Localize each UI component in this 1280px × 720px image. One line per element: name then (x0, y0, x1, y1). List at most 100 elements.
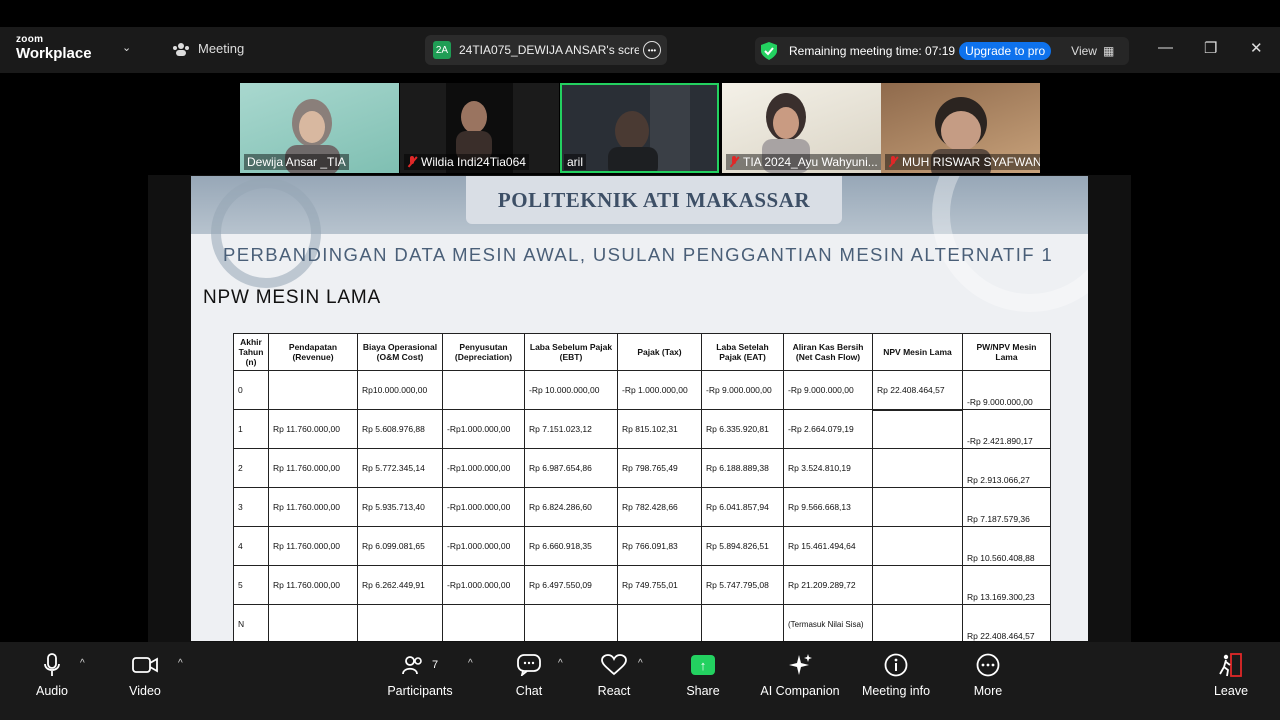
table-cell: Rp 5.747.795,08 (701, 565, 784, 605)
share-button[interactable]: ↑ Share (685, 652, 721, 698)
table-cell: 0 (233, 370, 269, 410)
table-cell: Rp 9.566.668,13 (783, 487, 873, 527)
column-header: NPV Mesin Lama (872, 333, 963, 371)
video-button[interactable]: Video (126, 652, 164, 698)
meeting-menu-button[interactable]: Meeting (172, 41, 244, 56)
column-header: Pajak (Tax) (617, 333, 702, 371)
table-cell: 2 (233, 448, 269, 488)
view-button[interactable]: View ▦ (1071, 44, 1114, 58)
column-header: Laba Sebelum Pajak (EBT) (524, 333, 618, 371)
share-label: Share (686, 684, 720, 698)
react-options-caret-icon[interactable]: ^ (638, 658, 643, 669)
table-cell: Rp 11.760.000,00 (268, 526, 358, 566)
chat-label: Chat (515, 684, 543, 698)
table-cell: Rp 21.209.289,72 (783, 565, 873, 605)
table-cell (268, 370, 358, 410)
sparkle-icon (789, 654, 812, 675)
audio-label: Audio (36, 684, 68, 698)
logo-big: Workplace (16, 45, 92, 62)
table-cell: 1 (233, 409, 269, 449)
zoom-workplace-logo[interactable]: zoom Workplace (16, 35, 92, 62)
audio-button[interactable]: Audio (34, 652, 70, 698)
table-cell (872, 409, 963, 449)
column-header: Akhir Tahun (n) (233, 333, 269, 371)
table-cell (617, 604, 702, 641)
ai-companion-label: AI Companion (760, 684, 840, 698)
share-title: 24TIA075_DEWIJA ANSAR's scree (459, 43, 639, 57)
video-options-caret-icon[interactable]: ^ (178, 658, 183, 669)
leave-button[interactable]: Leave (1212, 652, 1250, 698)
video-camera-icon (132, 657, 158, 673)
table-cell: Rp 6.041.857,94 (701, 487, 784, 527)
close-icon[interactable]: ✕ (1250, 39, 1263, 57)
table-cell: Rp 6.262.449,91 (357, 565, 443, 605)
table-cell: Rp 798.765,49 (617, 448, 702, 488)
audio-options-caret-icon[interactable]: ^ (80, 658, 85, 669)
grid-icon: ▦ (1102, 44, 1115, 58)
table-row: N (Termasuk Nilai Sisa) Rp 22.408.464,57 (233, 604, 1051, 641)
table-cell: Rp 11.760.000,00 (268, 487, 358, 527)
participant-name: Wildia Indi24Tia064 (404, 154, 529, 170)
table-cell: Rp 6.497.550,09 (524, 565, 618, 605)
chat-button[interactable]: Chat (512, 652, 546, 698)
more-options-icon[interactable]: ••• (643, 41, 661, 59)
slide-decoration-circle (211, 178, 321, 288)
video-label: Video (129, 684, 161, 698)
table-cell: -Rp1.000.000,00 (442, 487, 525, 527)
institution-title: POLITEKNIK ATI MAKASSAR (497, 187, 811, 212)
participants-options-caret-icon[interactable]: ^ (468, 658, 473, 669)
top-bar: zoom Workplace ⌄ Meeting 2A 24TIA075_DEW… (0, 27, 1280, 73)
column-header: PW/NPV Mesin Lama (962, 333, 1051, 371)
table-cell: Rp 815.102,31 (617, 409, 702, 449)
participant-name: TIA 2024_Ayu Wahyuni... (726, 154, 881, 170)
upgrade-button[interactable]: Upgrade to pro (959, 42, 1052, 60)
ai-companion-button[interactable]: AI Companion (760, 652, 840, 698)
table-cell (442, 604, 525, 641)
table-cell: Rp 7.151.023,12 (524, 409, 618, 449)
shield-check-icon (761, 42, 777, 60)
participant-strip: Dewija Ansar _TIA Wildia Indi24Tia064 ar… (0, 83, 1280, 175)
table-cell: Rp 6.188.889,38 (701, 448, 784, 488)
table-row: 4 Rp 11.760.000,00 Rp 6.099.081,65 -Rp1.000… (233, 526, 1051, 566)
chat-icon (517, 654, 541, 676)
more-button[interactable]: More (970, 652, 1006, 698)
table-cell: -Rp 9.000.000,00 (783, 370, 873, 410)
table-cell: Rp 22.408.464,57 (872, 370, 963, 411)
table-cell: Rp 6.099.081,65 (357, 526, 443, 566)
remaining-time-text: Remaining meeting time: 07:19 (789, 44, 956, 58)
table-cell: Rp 782.428,66 (617, 487, 702, 527)
participants-button[interactable]: 7 Participants (386, 652, 454, 698)
people-icon (173, 42, 189, 56)
table-cell (872, 487, 963, 527)
participant-tile-active-speaker[interactable]: aril (560, 83, 719, 173)
restore-icon[interactable]: ❐ (1204, 39, 1217, 57)
participant-tile[interactable]: Dewija Ansar _TIA (240, 83, 399, 173)
chat-options-caret-icon[interactable]: ^ (558, 658, 563, 669)
meeting-info-button[interactable]: Meeting info (860, 652, 932, 698)
table-cell: Rp 6.987.654,86 (524, 448, 618, 488)
table-cell (872, 448, 963, 488)
participant-tile[interactable]: TIA 2024_Ayu Wahyuni... (722, 83, 881, 173)
table-cell: -Rp 2.664.079,19 (783, 409, 873, 449)
table-cell (524, 604, 618, 641)
table-cell: 5 (233, 565, 269, 605)
table-cell: Rp10.000.000,00 (357, 370, 443, 410)
column-header: Biaya Operasional (O&M Cost) (357, 333, 443, 371)
slide-subtitle: PERBANDINGAN DATA MESIN AWAL, USULAN PEN… (223, 244, 1054, 265)
table-cell: -Rp1.000.000,00 (442, 448, 525, 488)
table-cell: Rp 5.935.713,40 (357, 487, 443, 527)
chevron-down-icon[interactable]: ⌄ (122, 41, 131, 54)
table-cell: Rp 10.560.408,88 (962, 526, 1051, 566)
screen-share-tab[interactable]: 2A 24TIA075_DEWIJA ANSAR's scree ••• (425, 35, 667, 65)
participant-tile[interactable]: MUH RISWAR SYAFWAN (881, 83, 1040, 173)
react-button[interactable]: React (596, 652, 632, 698)
table-cell: -Rp 9.000.000,00 (962, 370, 1051, 410)
table-cell: Rp 5.772.345,14 (357, 448, 443, 488)
npw-table: Akhir Tahun (n) Pendapatan (Revenue) Bia… (233, 333, 1051, 641)
microphone-icon (44, 653, 60, 676)
table-cell: Rp 13.169.300,23 (962, 565, 1051, 605)
institution-box: POLITEKNIK ATI MAKASSAR (466, 176, 842, 224)
minimize-icon[interactable]: — (1158, 39, 1173, 56)
participant-tile[interactable]: Wildia Indi24Tia064 (400, 83, 559, 173)
table-cell: Rp 766.091,83 (617, 526, 702, 566)
